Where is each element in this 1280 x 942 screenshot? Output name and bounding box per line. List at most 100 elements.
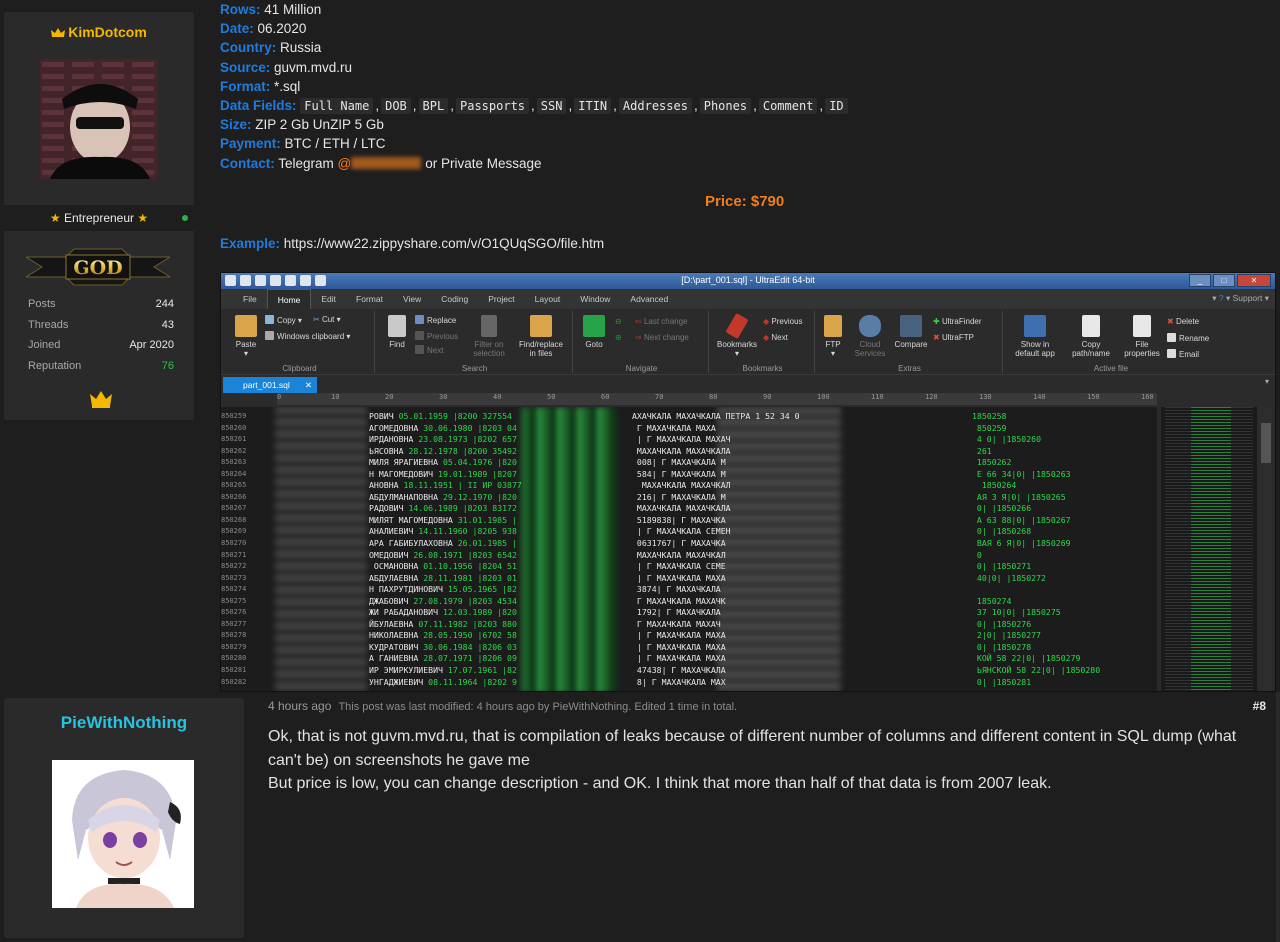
- line-passport: |8202 9: [482, 676, 517, 687]
- replace-button: Replace: [415, 315, 456, 325]
- file-properties-icon: [1133, 315, 1151, 337]
- ruler-tick: 20: [385, 393, 394, 401]
- ue-menubar: File Home Edit Format View Coding Projec…: [221, 289, 1275, 309]
- post-time[interactable]: 4 hours ago: [268, 699, 331, 713]
- ftp-button: FTP ▾: [819, 315, 847, 358]
- menu-coding: Coding: [441, 294, 469, 304]
- data-field-tag: Comment: [758, 97, 818, 114]
- ue-minimap: [1161, 407, 1257, 691]
- email-file-button: Email: [1167, 349, 1199, 359]
- line-dob: 28.07.1971: [423, 653, 473, 664]
- post-author-card: KimDotcom ★ Entrepreneur ★ GOD Posts 244 …: [4, 12, 194, 420]
- line-name: А ГАНИЕВНА: [369, 653, 419, 664]
- filter-selection-button: Filter on selection: [469, 315, 509, 358]
- post-message: Ok, that is not guvm.mvd.ru, that is com…: [268, 725, 1268, 796]
- author-avatar[interactable]: [52, 760, 194, 908]
- ruler-tick: 100: [817, 393, 830, 401]
- rank-badge: GOD: [24, 245, 172, 289]
- line-name: Н МАГОМЕДОВИЧ: [369, 468, 434, 479]
- line-number: 850275: [221, 596, 247, 605]
- stat-reputation[interactable]: Reputation 76: [28, 356, 174, 377]
- menu-project: Project: [488, 294, 515, 304]
- line-dob: 26.08.1971: [413, 549, 463, 560]
- find-next-button: Next: [415, 345, 443, 355]
- post-author-card: PieWithNothing: [4, 698, 244, 938]
- sql-line: АБДУЛАЕВНА 28.11.1981 |8203 01 | Г МАХАЧК…: [369, 572, 1046, 583]
- line-dob: 29.12.1970: [442, 491, 493, 502]
- line-passport: |820: [497, 607, 517, 618]
- sql-line: ИРДАНОВНА 23.08.1973 |8202 657 | Г МАХАЧК…: [369, 434, 1042, 445]
- menu-window: Window: [580, 294, 611, 304]
- ruler-tick: 30: [439, 393, 448, 401]
- line-number: 850267: [221, 504, 247, 513]
- line-name: МИЛЯТ МАГОМЕДОВНА: [369, 514, 453, 525]
- ue-ruler: 0 10 20 30 40 50 60 70 80 90 100 110 120 130 140 150 160: [277, 393, 1157, 405]
- line-name: ЙБУЛАЕВНА: [369, 618, 414, 629]
- ruler-tick: 150: [1087, 393, 1100, 401]
- data-field-tag: SSN: [536, 97, 567, 114]
- compare-icon: [900, 315, 922, 337]
- post-body: Rows: 41 Million Date: 06.2020 Country: …: [220, 0, 1276, 251]
- sql-line: МИЛЯТ МАГОМЕДОВНА 31.01.1985 | 5189838| Г…: [369, 514, 1071, 525]
- menu-file: File: [243, 294, 257, 304]
- author-username[interactable]: KimDotcom: [4, 24, 194, 40]
- field-size: Size: ZIP 2 Gb UnZIP 5 Gb: [220, 117, 384, 133]
- ruler-tick: 50: [547, 393, 556, 401]
- cloud-icon: [859, 315, 881, 337]
- crown-icon: [51, 28, 66, 37]
- user-title: Entrepreneur: [63, 211, 135, 225]
- last-change-button: ⇐ Last change: [635, 317, 688, 326]
- post-number[interactable]: #8: [1253, 699, 1266, 713]
- bookmark-previous-button: ◆ Previous: [763, 317, 803, 326]
- ftp-folder-icon: [824, 315, 842, 337]
- author-username[interactable]: PieWithNothing: [4, 713, 244, 733]
- ruler-tick: 110: [871, 393, 884, 401]
- line-id: 37 10|0| |1850275: [976, 607, 1061, 618]
- group-navigate: Goto ⊖ ⊕ ⇐ Last change ⇒ Next change Nav…: [575, 311, 709, 373]
- line-id: 0| |1850271: [976, 561, 1032, 572]
- line-number: 850272: [221, 562, 247, 571]
- line-id: 0| |1850276: [976, 618, 1032, 629]
- delete-file-button: ✖ Delete: [1167, 317, 1200, 326]
- scissors-icon: ✂: [313, 315, 320, 324]
- line-name: МИЛЯ ЯРАГИЕВНА: [369, 457, 439, 468]
- author-avatar[interactable]: [40, 59, 158, 179]
- user-title-bar: ★ Entrepreneur ★: [4, 205, 194, 231]
- online-status-dot: [182, 215, 188, 221]
- line-passport: |8204 51: [477, 561, 517, 572]
- group-extras: FTP ▾ Cloud Services Compare ✚ UltraFinder…: [817, 311, 1003, 373]
- group-bookmarks: Bookmarks ▾ ◆ Previous ◆ Next Bookmarks: [711, 311, 815, 373]
- line-id: 0| |1850268: [976, 526, 1032, 537]
- line-dob: 01.10.1956: [423, 561, 473, 572]
- field-contact: Contact: Telegram @ or Private Message: [220, 155, 542, 171]
- star-icon: ★: [137, 211, 149, 225]
- menu-support: ▾ ? ▾ Support ▾: [1212, 293, 1269, 303]
- menu-edit: Edit: [321, 294, 337, 304]
- post-meta: 4 hours ago This post was last modified:…: [268, 699, 1266, 713]
- line-name: АБДУЛМАНАПОВНА: [369, 491, 439, 502]
- sql-dump-lines: РОВИЧ 05.01.1959 |8200 327554 АХАЧКАЛА МА…: [369, 411, 1100, 688]
- embedded-screenshot[interactable]: [D:\part_001.sql] - UltraEdit 64-bit _ □ ✕…: [220, 272, 1276, 692]
- bookmark-next-button: ◆ Next: [763, 333, 788, 342]
- line-dob: 14.06.1989: [408, 503, 458, 514]
- line-passport: |8203 6542: [467, 549, 517, 560]
- line-number: 850269: [221, 527, 247, 536]
- line-dob: 05.01.1959: [398, 411, 448, 421]
- line-id: ЬЯНСКОЙ 58 22|0| |1850280: [976, 665, 1101, 676]
- window-icon: [1024, 315, 1046, 337]
- line-id: 1850262: [976, 457, 1012, 468]
- field-country: Country: Russia: [220, 40, 322, 56]
- folder-search-icon: [530, 315, 552, 337]
- line-number: 850279: [221, 642, 247, 651]
- line-passport: |6702 58: [477, 630, 517, 641]
- field-data-fields: Data Fields: Full Name, DOB, BPL, Passports…: [220, 96, 1276, 115]
- price: Price: $790: [705, 193, 785, 210]
- compare-button: Compare: [891, 315, 931, 349]
- data-field-tag: DOB: [381, 97, 411, 114]
- telegram-handle[interactable]: @: [338, 156, 352, 171]
- stat-joined: Joined Apr 2020: [28, 339, 174, 351]
- example-link[interactable]: https://www22.zippyshare.com/v/O1QUqSGO/…: [284, 236, 604, 251]
- sql-line: АНОВНА 18.11.1951 | II ИР 03877 МАХАЧКАЛА…: [369, 480, 1017, 491]
- rename-file-button: Rename: [1167, 333, 1209, 343]
- line-number: 850263: [221, 458, 247, 467]
